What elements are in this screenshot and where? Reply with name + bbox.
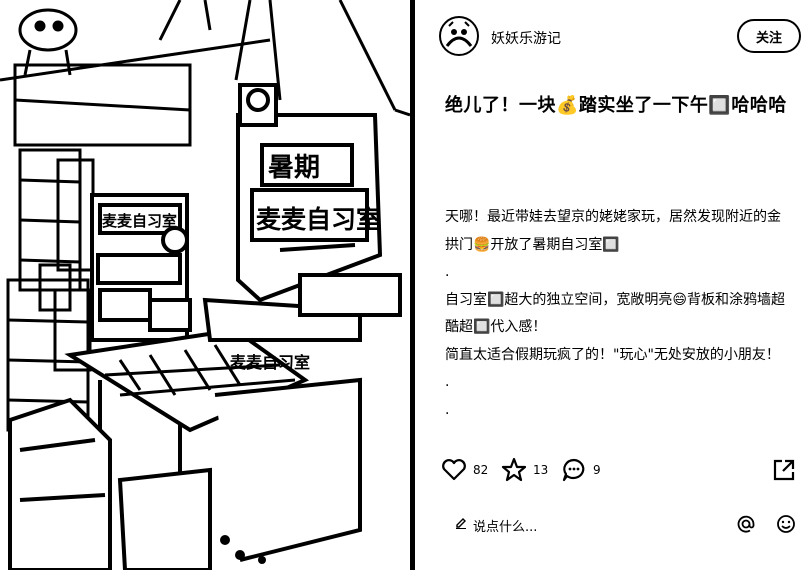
post-body: 天哪！最近带娃去望京的姥姥家玩，居然发现附近的金拱门🍔开放了暑期自习室🔲 . 自… [445, 204, 790, 424]
banner-main-text: 麦麦自习室 [256, 205, 381, 234]
comment-input[interactable]: 说点什么... [455, 514, 675, 536]
post-body-line: 天哪！最近带娃去望京的姥姥家玩，居然发现附近的金拱门🍔开放了暑期自习室🔲 [445, 209, 781, 253]
post-image[interactable]: 暑期 麦麦自习室 麦麦自习室 麦麦自习室 [0, 0, 410, 570]
post-title: 绝儿了！一块💰踏实坐了一下午🔲哈哈哈 [445, 95, 787, 116]
comment-count: 9 [593, 463, 601, 477]
like-count: 82 [473, 463, 489, 477]
chat-bubble-icon [562, 458, 585, 482]
mention-button[interactable] [736, 514, 756, 538]
share-button[interactable] [772, 458, 796, 486]
heart-icon [442, 459, 466, 481]
post-detail-panel: 妖妖乐游记 关注 绝儿了！一块💰踏实坐了一下午🔲哈哈哈 天哪！最近带娃去望京的姥… [415, 0, 811, 570]
like-button[interactable]: 82 [441, 456, 488, 484]
study-room-illustration: 暑期 麦麦自习室 麦麦自习室 麦麦自习室 [0, 0, 410, 570]
share-icon [773, 459, 795, 481]
collect-button[interactable]: 13 [501, 456, 548, 484]
star-icon [501, 457, 527, 482]
comment-bar: 说点什么... [455, 510, 800, 538]
banner-top-text: 暑期 [268, 153, 320, 183]
avatar[interactable] [439, 16, 479, 56]
post-body-line: 自习室🔲超大的独立空间，宽敞明亮😄背板和涂鸦墙超酷超🔲代入感！ [445, 291, 786, 336]
comment-placeholder: 说点什么... [473, 519, 538, 535]
engagement-bar: 82 13 9 [441, 456, 796, 486]
at-icon [737, 515, 755, 533]
cartoon-avatar-icon [442, 19, 476, 53]
small-sign-text: 麦麦自习室 [102, 212, 177, 230]
post-body-line: . [445, 264, 450, 280]
comment-button[interactable]: 9 [561, 456, 601, 484]
pencil-icon [455, 517, 467, 533]
table-sign-text: 麦麦自习室 [230, 353, 310, 372]
smiley-icon [777, 515, 795, 533]
author-header: 妖妖乐游记 关注 [439, 14, 801, 60]
post-body-line: 简直太适合假期玩疯了的！"玩心"无处安放的小朋友！ [445, 346, 780, 363]
author-name[interactable]: 妖妖乐游记 [491, 28, 561, 48]
post-body-line: . [445, 374, 450, 390]
follow-button[interactable]: 关注 [737, 19, 801, 53]
emoji-button[interactable] [776, 514, 796, 538]
star-count: 13 [533, 463, 549, 477]
post-body-line: . [445, 401, 450, 418]
